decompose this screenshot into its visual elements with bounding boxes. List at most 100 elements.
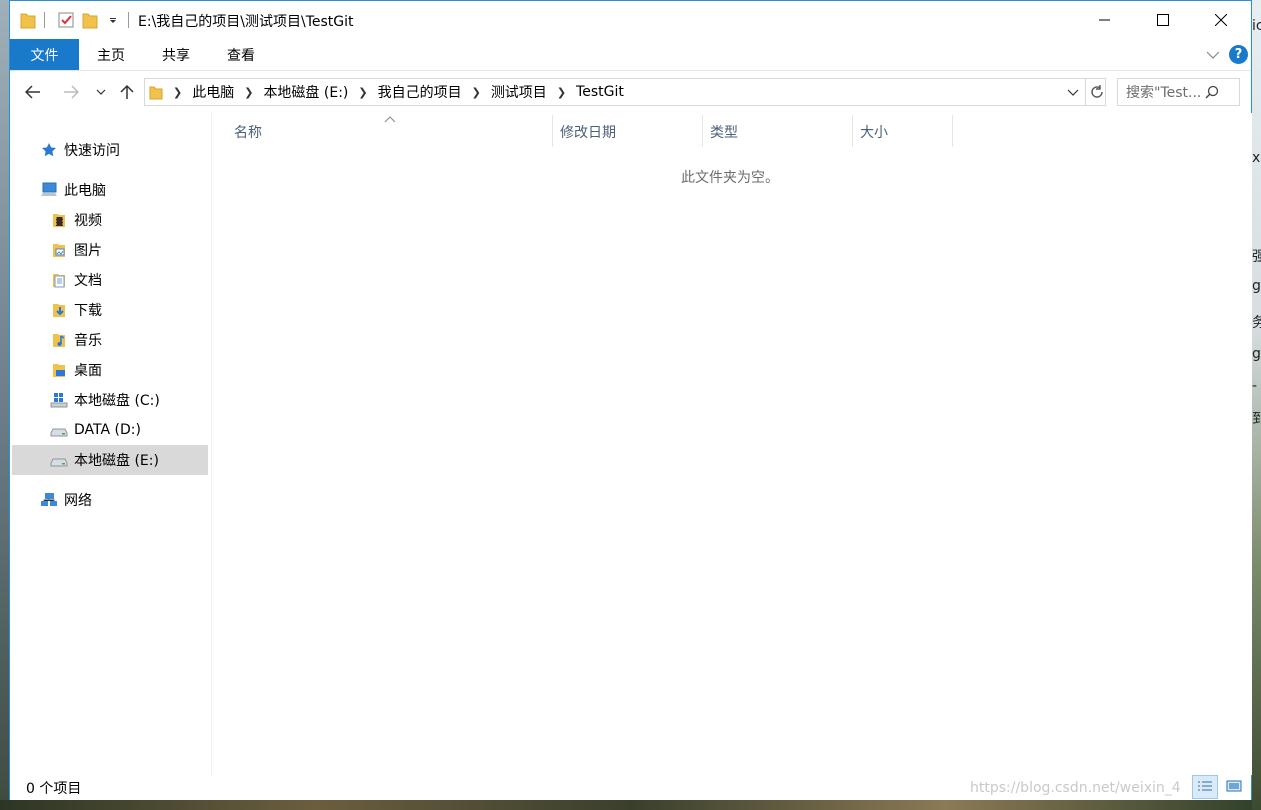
drive-icon	[50, 451, 68, 469]
help-button[interactable]: ?	[1229, 45, 1248, 64]
refresh-icon[interactable]	[1089, 84, 1105, 104]
videos-folder-icon	[50, 211, 68, 229]
documents-folder-icon	[50, 271, 68, 289]
column-divider[interactable]	[952, 115, 953, 147]
background-text: 强	[1252, 249, 1261, 265]
sidebar-item-label: 文档	[74, 273, 102, 289]
sidebar-item-pictures[interactable]: 图片	[50, 235, 210, 265]
breadcrumb-my-projects[interactable]: 我自己的项目	[372, 82, 468, 102]
scrollbar[interactable]	[1248, 113, 1252, 775]
sidebar-item-quick-access[interactable]: 快速访问	[40, 135, 210, 165]
sidebar-item-network[interactable]: 网络	[40, 485, 210, 515]
computer-icon	[40, 181, 58, 199]
breadcrumb-testgit[interactable]: TestGit	[570, 84, 630, 100]
chevron-right-icon[interactable]: ❯	[468, 86, 485, 99]
file-list[interactable]: 名称 修改日期 类型 大小 此文件夹为空。	[212, 113, 1248, 775]
chevron-right-icon[interactable]: ❯	[240, 86, 257, 99]
windows-drive-icon	[50, 391, 68, 409]
music-folder-icon	[50, 331, 68, 349]
sidebar-item-label: 快速访问	[64, 143, 120, 159]
sidebar-item-label: 本地磁盘 (E:)	[74, 453, 159, 469]
watermark: https://blog.csdn.net/weixin_4	[970, 780, 1181, 796]
desktop-edge-left	[0, 0, 9, 810]
details-view-button[interactable]	[1192, 775, 1218, 799]
column-header-date-modified[interactable]: 修改日期	[560, 117, 700, 147]
drive-icon	[50, 421, 68, 439]
properties-icon[interactable]	[58, 10, 74, 30]
sidebar-item-music[interactable]: 音乐	[50, 325, 210, 355]
chevron-right-icon[interactable]: ❯	[354, 86, 371, 99]
folder-icon	[20, 10, 36, 30]
sidebar-item-label: 此电脑	[64, 183, 106, 199]
column-divider[interactable]	[852, 115, 853, 147]
empty-folder-message: 此文件夹为空。	[681, 170, 779, 186]
title-bar[interactable]: E:\我自己的项目\测试项目\TestGit	[10, 1, 1251, 39]
item-count: 0 个项目	[26, 781, 82, 797]
recent-locations-chevron-down-icon[interactable]	[88, 79, 114, 105]
column-header-name[interactable]: 名称	[234, 117, 552, 147]
window-title: E:\我自己的项目\测试项目\TestGit	[138, 14, 354, 30]
background-text: g	[1252, 346, 1261, 362]
sidebar-item-drive-c[interactable]: 本地磁盘 (C:)	[50, 385, 210, 415]
tab-home[interactable]: 主页	[97, 39, 125, 70]
sidebar-item-label: 视频	[74, 213, 102, 229]
column-divider[interactable]	[702, 115, 703, 147]
sidebar-item-label: 网络	[64, 493, 92, 509]
maximize-button[interactable]	[1134, 1, 1192, 39]
breadcrumb-drive-e[interactable]: 本地磁盘 (E:)	[257, 82, 354, 102]
sidebar-item-label: 下载	[74, 303, 102, 319]
sidebar-item-videos[interactable]: 视频	[50, 205, 210, 235]
ribbon-tabs: 文件 主页 共享 查看 ?	[10, 39, 1251, 71]
sidebar-item-documents[interactable]: 文档	[50, 265, 210, 295]
customize-toolbar-chevron-down-icon[interactable]	[108, 10, 118, 30]
network-icon	[40, 491, 58, 509]
desktop-folder-icon	[50, 361, 68, 379]
search-input[interactable]: 搜索"Test...	[1117, 78, 1240, 106]
downloads-folder-icon	[50, 301, 68, 319]
sidebar-item-label: 桌面	[74, 363, 102, 379]
sidebar-item-label: 图片	[74, 243, 102, 259]
sidebar-item-drive-e[interactable]: 本地磁盘 (E:)	[12, 445, 208, 475]
column-header-size[interactable]: 大小	[860, 117, 952, 147]
search-placeholder: 搜索"Test...	[1126, 85, 1202, 101]
sidebar-item-this-pc[interactable]: 此电脑	[40, 175, 210, 205]
file-explorer-window: E:\我自己的项目\测试项目\TestGit 文件 主页 共享 查看 ? ❯ 此…	[9, 0, 1252, 800]
divider	[44, 12, 45, 28]
divider	[1085, 79, 1086, 105]
back-button[interactable]	[20, 79, 46, 105]
sidebar-item-desktop[interactable]: 桌面	[50, 355, 210, 385]
sidebar-item-drive-d[interactable]: DATA (D:)	[50, 415, 210, 445]
navigation-pane: 快速访问 此电脑 视频 图片 文档 下载 音乐 桌面 本地磁盘 (C:) DAT…	[10, 113, 212, 775]
chevron-right-icon[interactable]: ❯	[169, 86, 186, 99]
background-window-edge: ic x 强 g 务 g - 到	[1252, 0, 1261, 810]
tab-view[interactable]: 查看	[227, 39, 255, 70]
expand-ribbon-chevron-down-icon[interactable]	[1206, 39, 1220, 70]
desktop-edge-bottom	[0, 800, 1261, 810]
folder-icon	[149, 84, 163, 100]
sidebar-item-label: 本地磁盘 (C:)	[74, 393, 160, 409]
breadcrumb-test-projects[interactable]: 测试项目	[485, 82, 553, 102]
search-icon	[1205, 85, 1219, 99]
sidebar-item-label: 音乐	[74, 333, 102, 349]
chevron-right-icon[interactable]: ❯	[553, 86, 570, 99]
forward-button[interactable]	[58, 79, 84, 105]
new-folder-icon[interactable]	[82, 10, 98, 30]
sidebar-item-downloads[interactable]: 下载	[50, 295, 210, 325]
tab-file[interactable]: 文件	[10, 39, 79, 70]
background-text: g	[1252, 278, 1261, 294]
large-icons-view-button[interactable]	[1221, 775, 1247, 799]
column-header-type[interactable]: 类型	[710, 117, 850, 147]
background-text: 到	[1252, 411, 1261, 427]
tab-share[interactable]: 共享	[162, 39, 190, 70]
minimize-button[interactable]	[1076, 1, 1134, 39]
up-button[interactable]	[114, 79, 140, 105]
background-text: x	[1252, 150, 1261, 166]
breadcrumb-this-pc[interactable]: 此电脑	[186, 82, 240, 102]
background-text: -	[1252, 378, 1258, 394]
address-bar[interactable]: ❯ 此电脑 ❯ 本地磁盘 (E:) ❯ 我自己的项目 ❯ 测试项目 ❯ Test…	[144, 78, 1106, 106]
close-button[interactable]	[1192, 1, 1250, 39]
sidebar-item-label: DATA (D:)	[74, 422, 141, 438]
address-history-chevron-down-icon[interactable]	[1067, 86, 1079, 102]
column-divider[interactable]	[552, 115, 553, 147]
background-text: 务	[1252, 315, 1261, 331]
